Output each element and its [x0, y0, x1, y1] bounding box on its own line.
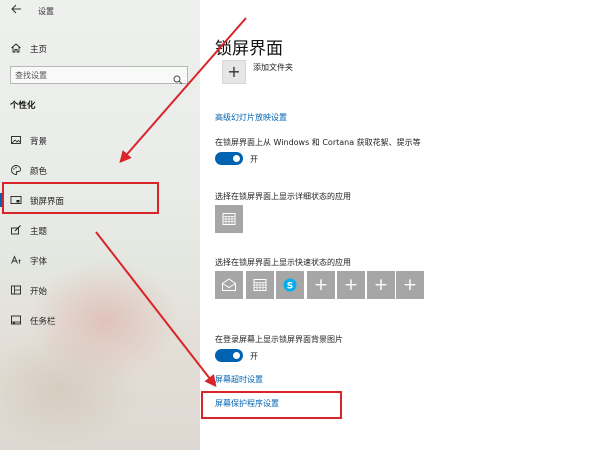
app-title: 设置	[38, 7, 54, 16]
quick-status-app-button[interactable]	[246, 271, 274, 299]
quick-status-add-button[interactable]: +	[367, 271, 395, 299]
add-folder-label[interactable]: 添加文件夹	[253, 62, 293, 73]
spotlight-setting-label: 在锁屏界面上从 Windows 和 Cortana 获取花絮、提示等	[215, 138, 421, 147]
sidebar-item-start[interactable]: 开始	[0, 278, 200, 302]
plus-icon: +	[313, 275, 329, 295]
section-heading: 个性化	[10, 101, 36, 111]
spotlight-toggle[interactable]	[215, 152, 243, 165]
signin-background-toggle[interactable]	[215, 349, 243, 362]
sidebar-item-label: 颜色	[30, 167, 48, 177]
quick-status-app-button[interactable]	[215, 271, 243, 299]
background-blur	[0, 330, 140, 450]
main-content: 锁屏界面 + 添加文件夹 高级幻灯片放映设置 在锁屏界面上从 Windows 和…	[200, 0, 600, 450]
plus-icon: +	[402, 275, 418, 295]
toggle-state-label: 开	[250, 155, 258, 164]
start-grid-icon	[10, 284, 22, 296]
toggle-knob	[233, 155, 240, 162]
toggle-knob	[233, 352, 240, 359]
palette-icon	[10, 164, 22, 176]
quick-status-add-button[interactable]: +	[307, 271, 335, 299]
page-title: 锁屏界面	[215, 39, 283, 59]
sidebar-item-fonts[interactable]: 字体	[0, 248, 200, 272]
annotation-highlight-box	[2, 182, 159, 214]
sidebar-item-label: 背景	[30, 137, 48, 147]
sidebar-item-colors[interactable]: 颜色	[0, 158, 200, 182]
font-icon	[10, 254, 22, 266]
back-arrow-icon[interactable]	[8, 3, 24, 19]
screen-timeout-link[interactable]: 屏幕超时设置	[215, 374, 263, 385]
quick-status-label: 选择在锁屏界面上显示快速状态的应用	[215, 258, 351, 267]
add-folder-button[interactable]: +	[222, 60, 246, 84]
sidebar-item-taskbar[interactable]: 任务栏	[0, 308, 200, 332]
picture-icon	[10, 134, 22, 146]
detail-status-label: 选择在锁屏界面上显示详细状态的应用	[215, 192, 351, 201]
sidebar-item-themes[interactable]: 主题	[0, 218, 200, 242]
sidebar-item-label: 开始	[30, 287, 48, 297]
search-icon[interactable]	[173, 70, 183, 85]
sidebar-item-label: 任务栏	[30, 317, 56, 327]
skype-icon: S	[283, 278, 297, 292]
sidebar: 设置 主页 个性化 背景 颜色 锁屏界面 主题	[0, 0, 200, 450]
quick-status-app-button[interactable]: S	[276, 271, 304, 299]
plus-icon: +	[373, 275, 389, 295]
detail-status-app-button[interactable]	[215, 205, 243, 233]
taskbar-icon	[10, 314, 22, 326]
sidebar-item-home[interactable]: 主页	[0, 36, 200, 60]
annotation-highlight-box	[201, 391, 342, 419]
signin-background-label: 在登录屏幕上显示锁屏界面背景图片	[215, 335, 343, 344]
calendar-icon	[253, 279, 267, 291]
sidebar-item-label: 主题	[30, 227, 48, 237]
slideshow-settings-link[interactable]: 高级幻灯片放映设置	[215, 112, 287, 123]
svg-text:S: S	[287, 281, 293, 291]
brush-icon	[10, 224, 22, 236]
calendar-icon	[222, 213, 236, 225]
toggle-state-label: 开	[250, 352, 258, 361]
sidebar-item-label: 主页	[30, 45, 48, 55]
quick-status-add-button[interactable]: +	[396, 271, 424, 299]
plus-icon: +	[227, 62, 241, 81]
home-icon	[10, 42, 22, 54]
title-bar: 设置	[0, 0, 200, 24]
sidebar-item-background[interactable]: 背景	[0, 128, 200, 152]
quick-status-add-button[interactable]: +	[337, 271, 365, 299]
mail-icon	[222, 278, 236, 291]
sidebar-item-label: 字体	[30, 257, 48, 267]
search-box[interactable]	[10, 66, 188, 85]
plus-icon: +	[343, 275, 359, 295]
search-input[interactable]	[15, 69, 165, 81]
